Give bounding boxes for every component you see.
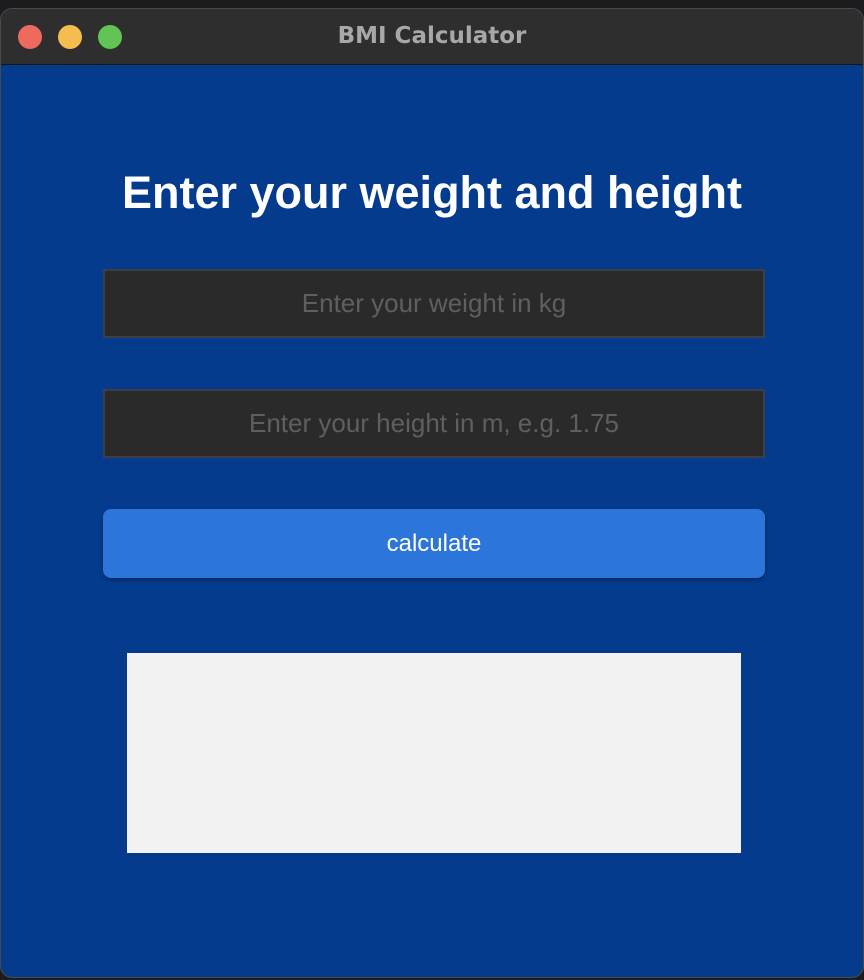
main-content: Enter your weight and height calculate — [1, 65, 863, 977]
window-title: BMI Calculator — [337, 23, 527, 49]
result-box — [127, 653, 741, 853]
form-heading: Enter your weight and height — [121, 167, 743, 218]
title-bar[interactable]: BMI Calculator — [1, 9, 863, 65]
weight-input[interactable] — [103, 269, 765, 338]
calculate-button[interactable]: calculate — [103, 509, 765, 578]
app-window: BMI Calculator Enter your weight and hei… — [0, 8, 864, 978]
height-input[interactable] — [103, 389, 765, 458]
